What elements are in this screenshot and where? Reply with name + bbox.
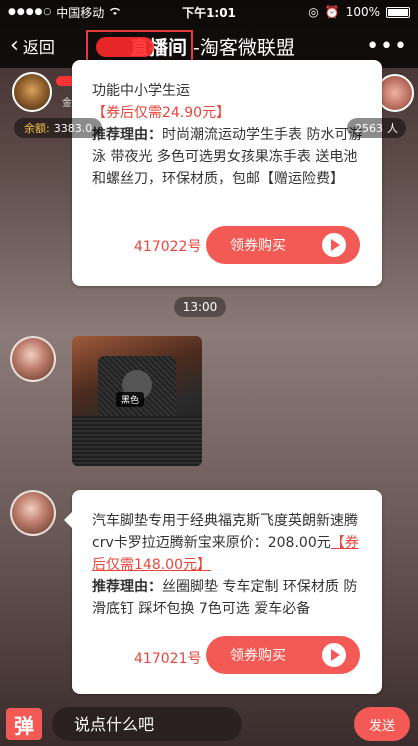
danmu-toggle-button[interactable]: 弹 [6,708,42,740]
send-button[interactable]: 发送 [354,707,410,741]
order-number: 417021号 [134,651,202,667]
price-tag: 【券后仅需24.90元】 [92,105,231,121]
title-highlight-box: 胡胡直播间 [86,30,194,63]
title-suffix: -淘客微联盟 [193,37,295,59]
recommend-reason: 推荐理由：时尚潮流运动学生手表 防水可游泳 带夜光 多色可选男女孩果冻手表 送电… [92,124,366,190]
sender-avatar[interactable] [10,490,56,536]
claim-coupon-button[interactable]: 领券购买 [206,636,360,674]
alarm-icon: ⏰ [324,5,340,19]
reason-label: 推荐理由： [92,127,162,143]
page-title: 胡胡直播间 -淘客微联盟 [86,30,295,63]
product-desc-text: 汽车脚垫专用于经典福克斯飞度英朗新速腾crv卡罗拉迈腾新宝来原价：208.00元 [92,513,358,551]
viewer-unit: 人 [387,122,398,135]
buy-label: 领券购买 [230,648,286,664]
product-card: 功能中小学生运 【券后仅需24.90元】 推荐理由：时尚潮流运动学生手表 防水可… [72,60,382,286]
carrier-label: 中国移动 [56,5,105,20]
reason-label: 推荐理由： [92,579,162,595]
buy-label: 领券购买 [230,238,286,254]
viewer-number: 2563 [355,121,383,135]
order-number: 417022号 [134,239,202,255]
redaction-mark [96,37,154,57]
battery-percent: 100% [345,5,380,19]
host-avatar[interactable] [12,72,52,112]
balance-value: 3383.0 [53,121,93,135]
back-label: 返回 [22,38,55,57]
play-icon [322,643,346,667]
time-divider: 13:00 [174,297,226,317]
recommend-reason: 推荐理由：丝圈脚垫 专车定制 环保材质 防滑底钉 踩坏包换 7色可选 爱车必备 [92,576,368,620]
balance-label: 余额: [24,122,50,135]
floor-mat-image [72,416,202,466]
product-desc-line: 功能中小学生运 [92,83,190,99]
status-right: ◎ ⏰ 100% [308,5,410,19]
status-left: ●●●●○ 中国移动 [8,4,122,21]
rotation-lock-icon: ◎ [308,5,319,19]
product-card: 汽车脚垫专用于经典福克斯飞度英朗新速腾crv卡罗拉迈腾新宝来原价：208.00元… [64,490,382,694]
signal-icon: ●●●●○ [8,7,53,17]
viewer-count: 2563 人 [347,118,406,138]
bubble-arrow [64,512,72,528]
color-tag: 黑色 [116,392,145,407]
play-icon [322,233,346,257]
product-desc: 汽车脚垫专用于经典福克斯飞度英朗新速腾crv卡罗拉迈腾新宝来原价：208.00元… [92,510,368,576]
status-bar: ●●●●○ 中国移动 下午1:01 ◎ ⏰ 100% [0,0,418,24]
more-icon[interactable]: ••• [366,34,408,59]
claim-coupon-button[interactable]: 领券购买 [206,226,360,264]
sender-avatar[interactable] [10,336,56,382]
balance-badge: 余额: 3383.0 [14,118,103,138]
battery-icon [386,6,410,18]
product-photo[interactable]: 黑色 [72,336,202,466]
back-button[interactable]: ‹ 返回 [10,34,55,58]
product-desc: 功能中小学生运 [92,80,364,102]
bottom-bar: 弹 发送 [0,700,418,746]
chat-input[interactable] [52,707,242,741]
chevron-left-icon: ‹ [10,33,19,58]
wifi-icon [108,5,122,19]
